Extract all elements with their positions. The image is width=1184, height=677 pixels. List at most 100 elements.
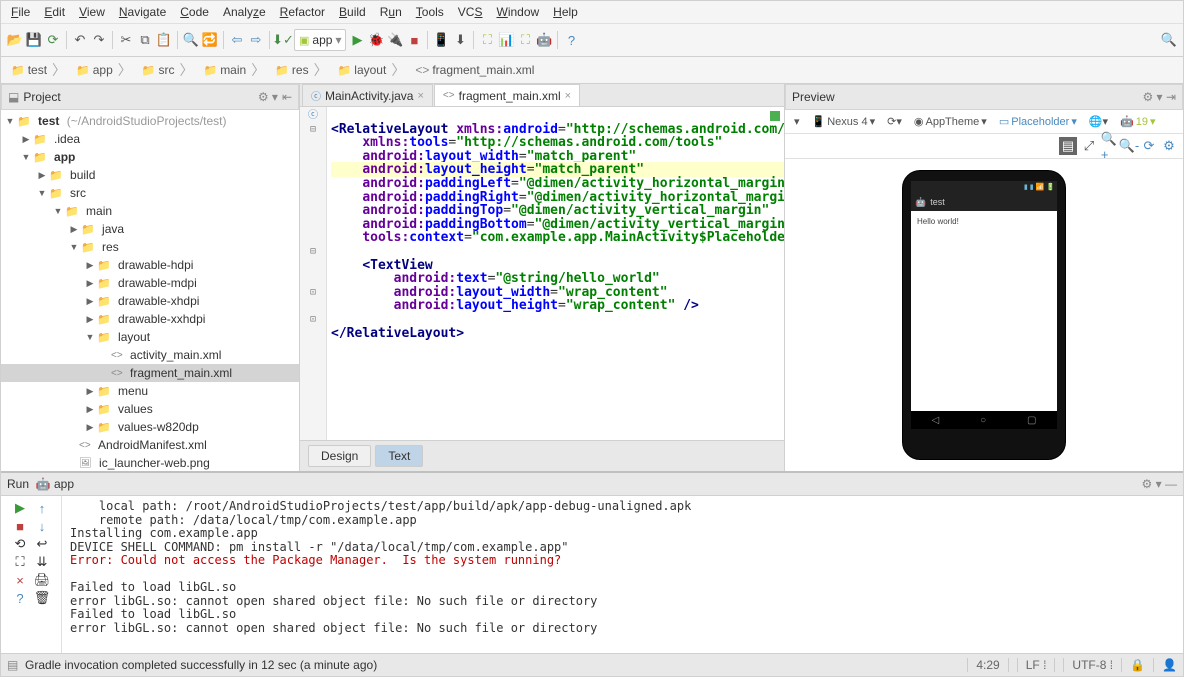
console-output[interactable]: local path: /root/AndroidStudioProjects/… bbox=[62, 496, 1183, 653]
crumb-layout[interactable]: 📁layout〉 bbox=[334, 60, 412, 80]
scroll-icon[interactable]: ⇊ bbox=[34, 554, 50, 570]
close-icon[interactable]: × bbox=[565, 90, 571, 102]
paste-icon[interactable]: 📋 bbox=[156, 32, 172, 48]
menu-bar: File Edit View Navigate Code Analyze Ref… bbox=[1, 1, 1183, 24]
theme-dropdown[interactable]: ◉ AppTheme▾ bbox=[911, 114, 990, 129]
zoom-out-icon[interactable]: 🔍- bbox=[1121, 138, 1137, 154]
down-icon[interactable]: ↓ bbox=[34, 518, 50, 534]
stop-icon[interactable]: ■ bbox=[406, 32, 422, 48]
redo-icon[interactable]: ↷ bbox=[91, 32, 107, 48]
sdk-icon[interactable]: ⬇ bbox=[452, 32, 468, 48]
cut-icon[interactable]: ✂ bbox=[118, 32, 134, 48]
copy-icon[interactable]: ⧉ bbox=[137, 32, 153, 48]
preview-header[interactable]: Preview ⚙ ▾ ⇥ bbox=[785, 84, 1183, 110]
run-header[interactable]: Run 🤖 app ⚙ ▾ — bbox=[1, 473, 1183, 496]
line-separator[interactable]: LF ⁞ bbox=[1008, 658, 1047, 672]
design-tab[interactable]: Design bbox=[308, 445, 371, 467]
fragment-dropdown[interactable]: ▭ Placeholder▾ bbox=[996, 114, 1080, 129]
menu-build[interactable]: Build bbox=[333, 3, 372, 21]
close-icon[interactable]: × bbox=[417, 90, 423, 102]
locale-dropdown[interactable]: 🌐▾ bbox=[1086, 114, 1111, 129]
undo-icon[interactable]: ↶ bbox=[72, 32, 88, 48]
menu-code[interactable]: Code bbox=[174, 3, 215, 21]
code-editor[interactable]: ⓒ ⊟ ⊟ ⊡ ⊡ <RelativeLayout xmlns:android=… bbox=[300, 107, 784, 440]
menu-run[interactable]: Run bbox=[374, 3, 408, 21]
search-everywhere-icon[interactable]: 🔍 bbox=[1161, 32, 1177, 48]
caret-position[interactable]: 4:29 bbox=[967, 658, 999, 672]
menu-analyze[interactable]: Analyze bbox=[217, 3, 272, 21]
orientation-dropdown[interactable]: ⟳▾ bbox=[884, 114, 905, 129]
find-icon[interactable]: 🔍 bbox=[183, 32, 199, 48]
avd-icon[interactable]: 📱 bbox=[433, 32, 449, 48]
zoom-fit-icon[interactable]: ⤢ bbox=[1081, 138, 1097, 154]
clear-icon[interactable]: 🗑 bbox=[34, 590, 50, 606]
crumb-test[interactable]: 📁test〉 bbox=[7, 60, 72, 80]
hide-icon[interactable]: — bbox=[1165, 477, 1177, 491]
menu-vcs[interactable]: VCS bbox=[452, 3, 489, 21]
ddms-icon[interactable]: 📊 bbox=[498, 32, 514, 48]
menu-file[interactable]: File bbox=[5, 3, 36, 21]
preview-canvas[interactable]: ▮▮📶🔋 🤖test Hello world! ◁○▢ bbox=[785, 159, 1183, 471]
restart-icon[interactable]: ⟲ bbox=[12, 536, 28, 552]
open-icon[interactable]: 📂 bbox=[7, 32, 23, 48]
android-icon[interactable]: 🤖 bbox=[536, 32, 552, 48]
encoding[interactable]: UTF-8 ⁞ bbox=[1054, 658, 1113, 672]
zoom-in-icon[interactable]: 🔍+ bbox=[1101, 138, 1117, 154]
menu-tools[interactable]: Tools bbox=[410, 3, 450, 21]
print-icon[interactable]: 🖨 bbox=[34, 572, 50, 588]
back-icon[interactable]: ⇦ bbox=[229, 32, 245, 48]
crumb-file[interactable]: <>fragment_main.xml bbox=[411, 63, 538, 77]
device-dropdown[interactable]: 📱 Nexus 4▾ bbox=[809, 114, 879, 129]
attach-debugger-icon[interactable]: 🔌 bbox=[387, 32, 403, 48]
up-icon[interactable]: ↑ bbox=[34, 500, 50, 516]
tab-mainactivity[interactable]: ⓒMainActivity.java× bbox=[302, 84, 433, 106]
menu-view[interactable]: View bbox=[73, 3, 111, 21]
sync-icon[interactable]: ⟳ bbox=[45, 32, 61, 48]
hide-icon[interactable]: ⇥ bbox=[1166, 90, 1176, 104]
crumb-res[interactable]: 📁res〉 bbox=[271, 60, 333, 80]
softwrap-icon[interactable]: ↩ bbox=[34, 536, 50, 552]
crumb-main[interactable]: 📁main〉 bbox=[199, 60, 271, 80]
layout-icon[interactable]: ⛶ bbox=[12, 554, 28, 570]
run-config-combo[interactable]: ▣ app▾ bbox=[294, 29, 346, 51]
menu-help[interactable]: Help bbox=[547, 3, 584, 21]
render-dropdown[interactable]: ▾ bbox=[791, 114, 803, 129]
stop-icon[interactable]: ■ bbox=[12, 518, 28, 534]
viewport-icon[interactable]: ▤ bbox=[1059, 137, 1077, 155]
api-dropdown[interactable]: 🤖19▾ bbox=[1117, 114, 1158, 129]
insert-mode-icon[interactable]: 🔒 bbox=[1121, 658, 1145, 672]
project-header[interactable]: ⬓Project ⚙ ▾ ⇤ bbox=[1, 84, 299, 110]
text-tab[interactable]: Text bbox=[375, 445, 423, 467]
crumb-src[interactable]: 📁src〉 bbox=[138, 60, 200, 80]
collapse-icon[interactable]: ⇤ bbox=[282, 90, 292, 104]
rerun-icon[interactable]: ▶ bbox=[12, 500, 28, 516]
refresh-icon[interactable]: ⟳ bbox=[1141, 138, 1157, 154]
save-icon[interactable]: 💾 bbox=[26, 32, 42, 48]
tab-fragment-main[interactable]: <>fragment_main.xml× bbox=[434, 84, 580, 106]
help-icon[interactable]: ? bbox=[12, 590, 28, 606]
monitor-icon[interactable]: ⛶ bbox=[479, 32, 495, 48]
menu-edit[interactable]: Edit bbox=[38, 3, 71, 21]
replace-icon[interactable]: 🔁 bbox=[202, 32, 218, 48]
hector-icon[interactable]: 👤 bbox=[1153, 658, 1177, 672]
gear-icon[interactable]: ⚙ ▾ bbox=[1142, 477, 1162, 491]
run-icon[interactable]: ▶ bbox=[349, 32, 365, 48]
close-icon[interactable]: × bbox=[12, 572, 28, 588]
forward-icon[interactable]: ⇨ bbox=[248, 32, 264, 48]
menu-window[interactable]: Window bbox=[490, 3, 545, 21]
tree-item-fragment-main[interactable]: <> fragment_main.xml bbox=[1, 364, 299, 382]
debug-icon[interactable]: 🐞 bbox=[368, 32, 384, 48]
crumb-app[interactable]: 📁app〉 bbox=[72, 60, 138, 80]
make-icon[interactable]: ⬇✓ bbox=[275, 32, 291, 48]
screenshot-icon[interactable]: ⛶ bbox=[517, 32, 533, 48]
menu-navigate[interactable]: Navigate bbox=[113, 3, 172, 21]
settings-icon[interactable]: ⚙ bbox=[1161, 138, 1177, 154]
project-settings-icon[interactable]: ⚙ ▾ bbox=[258, 90, 278, 104]
gear-icon[interactable]: ⚙ ▾ bbox=[1142, 90, 1162, 104]
status-icon[interactable]: ▤ bbox=[7, 658, 18, 672]
inspection-status-icon[interactable] bbox=[770, 111, 780, 121]
help-icon[interactable]: ? bbox=[563, 32, 579, 48]
menu-refactor[interactable]: Refactor bbox=[274, 3, 331, 21]
project-tree[interactable]: ▼📁 test (~/AndroidStudioProjects/test) ▶… bbox=[1, 110, 299, 471]
editor-area: ⓒMainActivity.java× <>fragment_main.xml×… bbox=[300, 84, 784, 471]
